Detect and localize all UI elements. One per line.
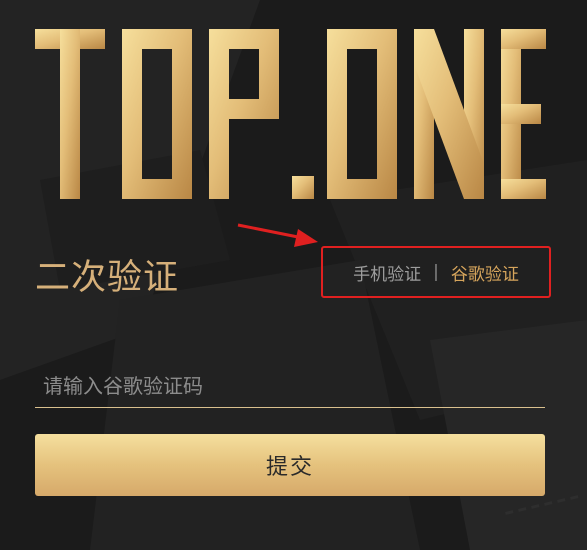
brand-logo bbox=[35, 29, 546, 199]
annotation-arrow bbox=[237, 223, 318, 247]
google-verification-tab[interactable]: 谷歌验证 bbox=[451, 260, 519, 285]
switcher-separator: | bbox=[433, 262, 439, 282]
phone-verification-tab[interactable]: 手机验证 bbox=[353, 260, 421, 285]
submit-button[interactable]: 提交 bbox=[35, 434, 545, 496]
verification-method-switcher: 手机验证 | 谷歌验证 bbox=[321, 246, 551, 298]
google-code-input[interactable] bbox=[35, 364, 545, 408]
page-title: 二次验证 bbox=[35, 258, 180, 298]
